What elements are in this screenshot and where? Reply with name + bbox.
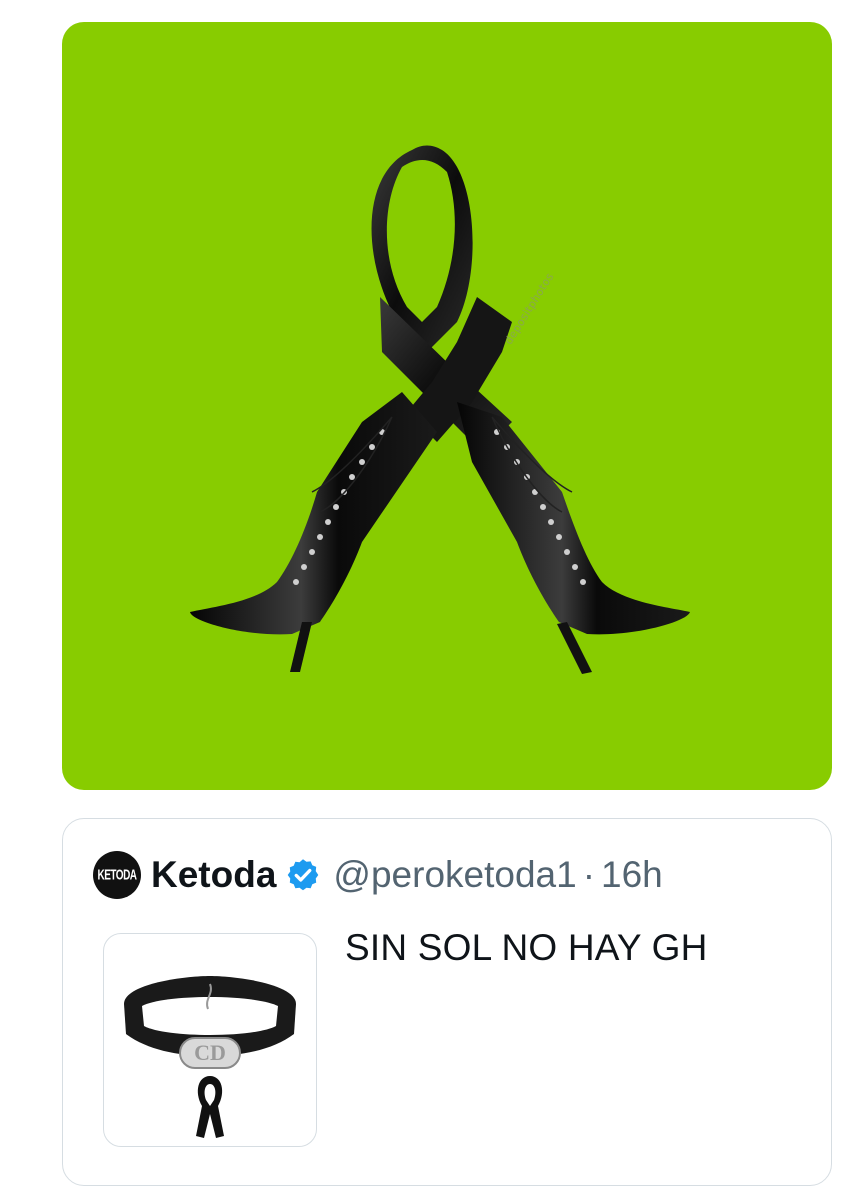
timestamp[interactable]: 16h [601,854,663,896]
verified-badge-icon [288,859,319,891]
left-boot [190,392,437,672]
avatar[interactable]: KETODA [93,851,141,899]
separator-dot: · [582,854,596,895]
media-image[interactable]: depositphotos [62,22,832,790]
right-boot [457,402,690,674]
quoted-media-thumbnail[interactable]: CD [103,933,317,1147]
author-handle[interactable]: @peroketoda1 [333,854,576,896]
quoted-tweet-header: KETODA Ketoda @peroketoda1 · 16h [93,847,663,903]
avatar-text: KETODA [97,866,137,884]
brand-mark: CD [194,1040,226,1065]
black-ribbon-boots-illustration [190,145,690,674]
choker-ribbon-icon: CD [124,976,296,1138]
quoted-tweet-text: SIN SOL NO HAY GH [345,927,708,968]
quoted-tweet[interactable]: KETODA Ketoda @peroketoda1 · 16h CD SIN … [62,818,832,1186]
author-name[interactable]: Ketoda [151,854,276,896]
